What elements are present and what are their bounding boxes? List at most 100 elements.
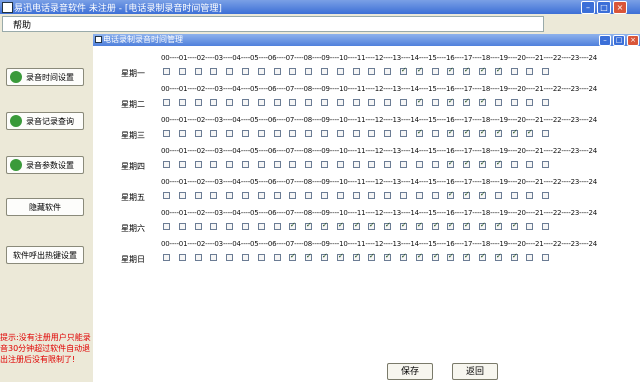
hide-software-button[interactable]: 隐藏软件 <box>6 198 84 216</box>
hour-checkbox[interactable] <box>179 99 186 106</box>
hour-checkbox[interactable] <box>195 254 202 261</box>
hour-checkbox[interactable] <box>210 130 217 137</box>
hour-checkbox[interactable] <box>179 254 186 261</box>
hour-checkbox[interactable] <box>384 252 391 261</box>
hour-checkbox[interactable] <box>447 66 454 75</box>
hour-checkbox[interactable] <box>495 192 502 199</box>
hour-checkbox[interactable] <box>179 130 186 137</box>
hour-checkbox[interactable] <box>337 221 344 230</box>
hour-checkbox[interactable] <box>400 99 407 106</box>
hour-checkbox[interactable] <box>400 66 407 75</box>
hour-checkbox[interactable] <box>416 192 423 199</box>
hour-checkbox[interactable] <box>368 192 375 199</box>
hour-checkbox[interactable] <box>258 161 265 168</box>
hour-checkbox[interactable] <box>195 68 202 75</box>
close-button[interactable]: × <box>613 1 627 14</box>
hour-checkbox[interactable] <box>463 128 470 137</box>
hour-checkbox[interactable] <box>242 223 249 230</box>
hour-checkbox[interactable] <box>321 252 328 261</box>
hour-checkbox[interactable] <box>495 159 502 168</box>
hour-checkbox[interactable] <box>226 192 233 199</box>
hour-checkbox[interactable] <box>479 159 486 168</box>
hour-checkbox[interactable] <box>511 128 518 137</box>
hour-checkbox[interactable] <box>289 130 296 137</box>
hour-checkbox[interactable] <box>353 161 360 168</box>
hour-checkbox[interactable] <box>463 190 470 199</box>
hour-checkbox[interactable] <box>305 192 312 199</box>
hour-checkbox[interactable] <box>242 99 249 106</box>
record-query-button[interactable]: 录音记录查询 <box>6 112 84 130</box>
hour-checkbox[interactable] <box>368 68 375 75</box>
hour-checkbox[interactable] <box>353 221 360 230</box>
hour-checkbox[interactable] <box>447 128 454 137</box>
hour-checkbox[interactable] <box>495 252 502 261</box>
hour-checkbox[interactable] <box>321 68 328 75</box>
hour-checkbox[interactable] <box>289 68 296 75</box>
hour-checkbox[interactable] <box>210 99 217 106</box>
hour-checkbox[interactable] <box>210 68 217 75</box>
hour-checkbox[interactable] <box>226 161 233 168</box>
hour-checkbox[interactable] <box>542 68 549 75</box>
hour-checkbox[interactable] <box>511 161 518 168</box>
hour-checkbox[interactable] <box>368 130 375 137</box>
hour-checkbox[interactable] <box>542 130 549 137</box>
hour-checkbox[interactable] <box>337 192 344 199</box>
hour-checkbox[interactable] <box>447 97 454 106</box>
hour-checkbox[interactable] <box>274 223 281 230</box>
hour-checkbox[interactable] <box>447 190 454 199</box>
hour-checkbox[interactable] <box>384 130 391 137</box>
hour-checkbox[interactable] <box>163 192 170 199</box>
menu-help[interactable]: 帮助 <box>13 18 31 31</box>
hour-checkbox[interactable] <box>495 221 502 230</box>
hour-checkbox[interactable] <box>321 99 328 106</box>
hour-checkbox[interactable] <box>195 223 202 230</box>
hour-checkbox[interactable] <box>526 192 533 199</box>
back-button[interactable]: 返回 <box>452 363 498 380</box>
hour-checkbox[interactable] <box>463 66 470 75</box>
hour-checkbox[interactable] <box>542 192 549 199</box>
hour-checkbox[interactable] <box>258 223 265 230</box>
hour-checkbox[interactable] <box>195 192 202 199</box>
hour-checkbox[interactable] <box>210 254 217 261</box>
hour-checkbox[interactable] <box>542 254 549 261</box>
hour-checkbox[interactable] <box>479 66 486 75</box>
hour-checkbox[interactable] <box>210 161 217 168</box>
hour-checkbox[interactable] <box>210 192 217 199</box>
hour-checkbox[interactable] <box>416 252 423 261</box>
hour-checkbox[interactable] <box>542 223 549 230</box>
hour-checkbox[interactable] <box>163 223 170 230</box>
hour-checkbox[interactable] <box>479 128 486 137</box>
save-button[interactable]: 保存 <box>387 363 433 380</box>
hour-checkbox[interactable] <box>195 161 202 168</box>
hour-checkbox[interactable] <box>511 68 518 75</box>
hour-checkbox[interactable] <box>495 128 502 137</box>
hour-checkbox[interactable] <box>542 99 549 106</box>
hour-checkbox[interactable] <box>195 130 202 137</box>
hour-checkbox[interactable] <box>210 223 217 230</box>
hour-checkbox[interactable] <box>432 252 439 261</box>
hour-checkbox[interactable] <box>400 161 407 168</box>
hour-checkbox[interactable] <box>495 66 502 75</box>
hour-checkbox[interactable] <box>511 252 518 261</box>
hour-checkbox[interactable] <box>258 130 265 137</box>
hour-checkbox[interactable] <box>526 254 533 261</box>
hour-checkbox[interactable] <box>337 252 344 261</box>
hour-checkbox[interactable] <box>511 192 518 199</box>
hour-checkbox[interactable] <box>511 221 518 230</box>
hour-checkbox[interactable] <box>289 192 296 199</box>
hour-checkbox[interactable] <box>289 99 296 106</box>
hour-checkbox[interactable] <box>242 161 249 168</box>
hour-checkbox[interactable] <box>163 130 170 137</box>
hour-checkbox[interactable] <box>258 99 265 106</box>
hour-checkbox[interactable] <box>432 161 439 168</box>
hour-checkbox[interactable] <box>416 128 423 137</box>
hour-checkbox[interactable] <box>274 68 281 75</box>
hour-checkbox[interactable] <box>321 130 328 137</box>
hotkey-settings-button[interactable]: 软件呼出热键设置 <box>6 246 84 264</box>
maximize-button[interactable]: □ <box>597 1 611 14</box>
hour-checkbox[interactable] <box>526 128 533 137</box>
hour-checkbox[interactable] <box>463 221 470 230</box>
hour-checkbox[interactable] <box>416 66 423 75</box>
hour-checkbox[interactable] <box>368 161 375 168</box>
hour-checkbox[interactable] <box>258 254 265 261</box>
